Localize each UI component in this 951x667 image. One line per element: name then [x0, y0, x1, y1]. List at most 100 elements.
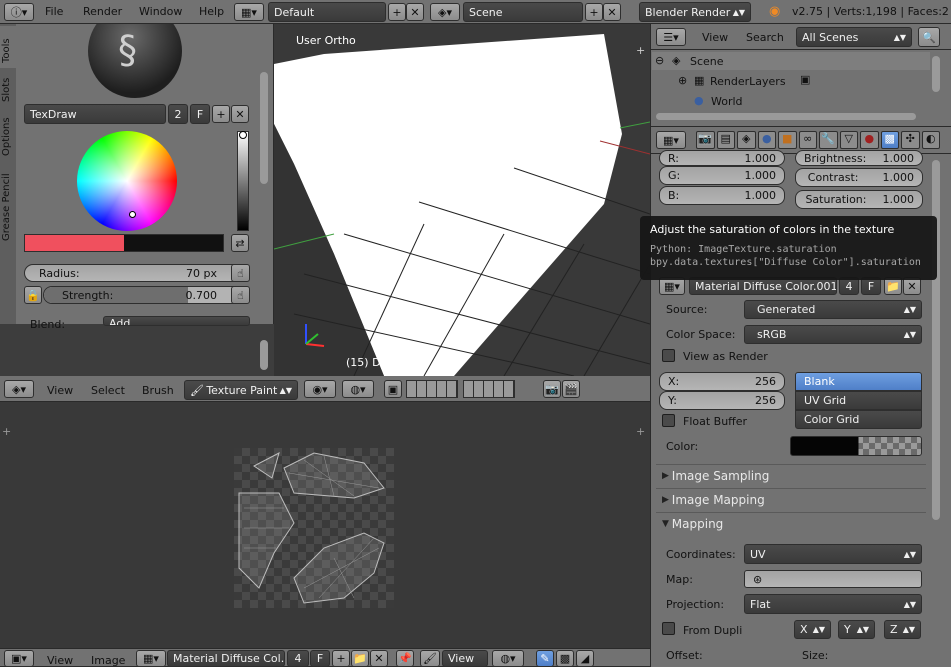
- coordinates-select[interactable]: UV ▲▼: [744, 544, 922, 564]
- uv-remove-image-icon[interactable]: ✕: [370, 650, 388, 667]
- color-r-field[interactable]: R: 1.000: [659, 150, 785, 166]
- saturation-field[interactable]: Saturation: 1.000: [795, 190, 923, 209]
- axis-z-select[interactable]: Z ▲▼: [884, 620, 921, 639]
- float-buffer-checkbox[interactable]: [662, 414, 675, 427]
- viewport-3d[interactable]: User Ortho (15) Digits +: [274, 24, 650, 376]
- brightness-field[interactable]: Brightness: 1.000: [795, 150, 923, 166]
- view-as-render-checkbox[interactable]: [662, 349, 675, 362]
- outliner-filter-select[interactable]: All Scenes ▲▼: [796, 27, 912, 47]
- layout-select[interactable]: Default: [268, 2, 386, 22]
- outliner-hscrollbar[interactable]: [656, 113, 916, 120]
- viewport-menu-brush[interactable]: Brush: [142, 384, 174, 397]
- brush-name-field[interactable]: TexDraw: [24, 104, 166, 124]
- colorspace-select[interactable]: sRGB ▲▼: [744, 325, 922, 344]
- swap-colors-icon[interactable]: ⇄: [231, 234, 249, 252]
- uv-editor-icon[interactable]: ▣▾: [4, 650, 34, 667]
- map-field[interactable]: ⊛: [744, 570, 922, 588]
- shading-icon[interactable]: ◉▾: [304, 380, 336, 398]
- axis-x-select[interactable]: X ▲▼: [794, 620, 831, 639]
- viewport-editor-icon[interactable]: ◈▾: [4, 380, 34, 398]
- panel-image-mapping[interactable]: ▶ Image Mapping: [656, 488, 926, 510]
- properties-editor-icon[interactable]: ▦▾: [656, 131, 686, 149]
- contrast-field[interactable]: Contrast: 1.000: [795, 168, 923, 187]
- brush-remove-icon[interactable]: ✕: [231, 105, 249, 123]
- value-slider-handle[interactable]: [239, 131, 247, 139]
- panel-mapping[interactable]: ▼ Mapping: [656, 512, 926, 534]
- menu-render[interactable]: Render: [83, 5, 122, 18]
- object-tab-icon[interactable]: ■: [778, 131, 797, 149]
- remove-scene-icon[interactable]: ✕: [603, 3, 621, 21]
- particles-tab-icon[interactable]: ✣: [901, 131, 920, 149]
- uv-menu-image[interactable]: Image: [91, 654, 125, 667]
- menu-window[interactable]: Window: [139, 5, 182, 18]
- render-tab-icon[interactable]: 📷: [696, 131, 715, 149]
- opengl-anim-icon[interactable]: 🎬: [562, 380, 580, 398]
- uv-image-fake[interactable]: F: [310, 650, 330, 667]
- properties-context-tabs[interactable]: 📷 ▤ ◈ ● ■ ∞ 🔧 ▽ ● ▩ ✣ ◐: [696, 131, 940, 149]
- uv-view-select[interactable]: View: [442, 650, 488, 667]
- gen-type-uv-grid[interactable]: UV Grid: [795, 391, 922, 410]
- uv-image-browse-icon[interactable]: ▦▾: [136, 650, 166, 667]
- opengl-render-icon[interactable]: 📷: [543, 380, 561, 398]
- outliner-editor-icon[interactable]: ☰▾: [656, 28, 686, 46]
- layer-buttons-2[interactable]: [463, 380, 515, 398]
- uv-add-image-icon[interactable]: +: [332, 650, 350, 667]
- gen-color-swatch[interactable]: [790, 436, 922, 456]
- panel-image-sampling[interactable]: ▶ Image Sampling: [656, 464, 926, 486]
- brush-color-swatch[interactable]: [24, 234, 224, 252]
- uv-menu-view[interactable]: View: [47, 654, 73, 667]
- size-x-field[interactable]: X: 256: [659, 372, 785, 391]
- tab-tools[interactable]: Tools: [0, 26, 16, 68]
- color-wheel[interactable]: [77, 131, 177, 231]
- mask-icon[interactable]: ▣: [384, 380, 402, 398]
- material-tab-icon[interactable]: ●: [860, 131, 879, 149]
- scene-icon[interactable]: ◈▾: [430, 3, 460, 21]
- pivot-icon[interactable]: ◍▾: [342, 380, 374, 398]
- uv-corner-icon-left[interactable]: +: [2, 425, 11, 438]
- radius-pressure-icon[interactable]: ☝: [231, 264, 250, 282]
- strength-lock-icon[interactable]: 🔒: [24, 286, 42, 304]
- mode-select[interactable]: 🖌 Texture Paint ▲▼: [184, 380, 298, 400]
- outliner-item-world[interactable]: World: [711, 95, 743, 108]
- tab-grease-pencil[interactable]: Grease Pencil: [0, 165, 16, 245]
- value-slider[interactable]: [237, 131, 249, 231]
- projection-select[interactable]: Flat ▲▼: [744, 594, 922, 614]
- source-select[interactable]: Generated ▲▼: [744, 300, 922, 319]
- expand-icon[interactable]: ⊕: [678, 74, 687, 87]
- add-scene-icon[interactable]: +: [585, 3, 603, 21]
- modifiers-tab-icon[interactable]: 🔧: [819, 131, 838, 149]
- uv-alpha-icon[interactable]: ◢: [576, 650, 594, 667]
- outliner-vscrollbar[interactable]: [932, 56, 940, 92]
- renderlayer-visibility-icon[interactable]: ▣: [800, 73, 810, 86]
- uv-open-image-icon[interactable]: 📁: [351, 650, 369, 667]
- outliner-item-renderlayers[interactable]: RenderLayers: [710, 75, 786, 88]
- viewport-menu-view[interactable]: View: [47, 384, 73, 397]
- outliner-menu-search[interactable]: Search: [746, 31, 784, 44]
- uv-corner-icon-right[interactable]: +: [636, 425, 645, 438]
- brush-users[interactable]: 2: [168, 104, 188, 124]
- uv-checker-icon[interactable]: ▩: [556, 650, 574, 667]
- outliner-menu-view[interactable]: View: [702, 31, 728, 44]
- color-b-field[interactable]: B: 1.000: [659, 186, 785, 205]
- collapse-icon[interactable]: ⊖: [655, 54, 664, 67]
- gen-type-blank[interactable]: Blank: [795, 372, 922, 391]
- tab-slots[interactable]: Slots: [0, 70, 16, 106]
- data-tab-icon[interactable]: ▽: [839, 131, 858, 149]
- uv-mode-icon[interactable]: 🖌: [420, 650, 440, 667]
- from-dupli-checkbox[interactable]: [662, 622, 675, 635]
- strength-field[interactable]: Strength: 0.700: [43, 286, 250, 304]
- brush-fake-user[interactable]: F: [190, 104, 210, 124]
- add-layout-icon[interactable]: +: [388, 3, 406, 21]
- properties-scrollbar[interactable]: [932, 160, 940, 520]
- tool-shelf-scrollbar-2[interactable]: [260, 340, 268, 370]
- axis-y-select[interactable]: Y ▲▼: [838, 620, 875, 639]
- radius-field[interactable]: Radius: 70 px: [24, 264, 250, 282]
- viewport-menu-select[interactable]: Select: [91, 384, 125, 397]
- uv-paint-icon[interactable]: ✎: [536, 650, 554, 667]
- uv-pin-icon[interactable]: 📌: [396, 650, 414, 667]
- uv-image-users[interactable]: 4: [287, 650, 309, 667]
- color-g-field[interactable]: G: 1.000: [659, 166, 785, 185]
- world-tab-icon[interactable]: ●: [757, 131, 776, 149]
- remove-layout-icon[interactable]: ✕: [406, 3, 424, 21]
- texture-tab-icon[interactable]: ▩: [880, 131, 899, 149]
